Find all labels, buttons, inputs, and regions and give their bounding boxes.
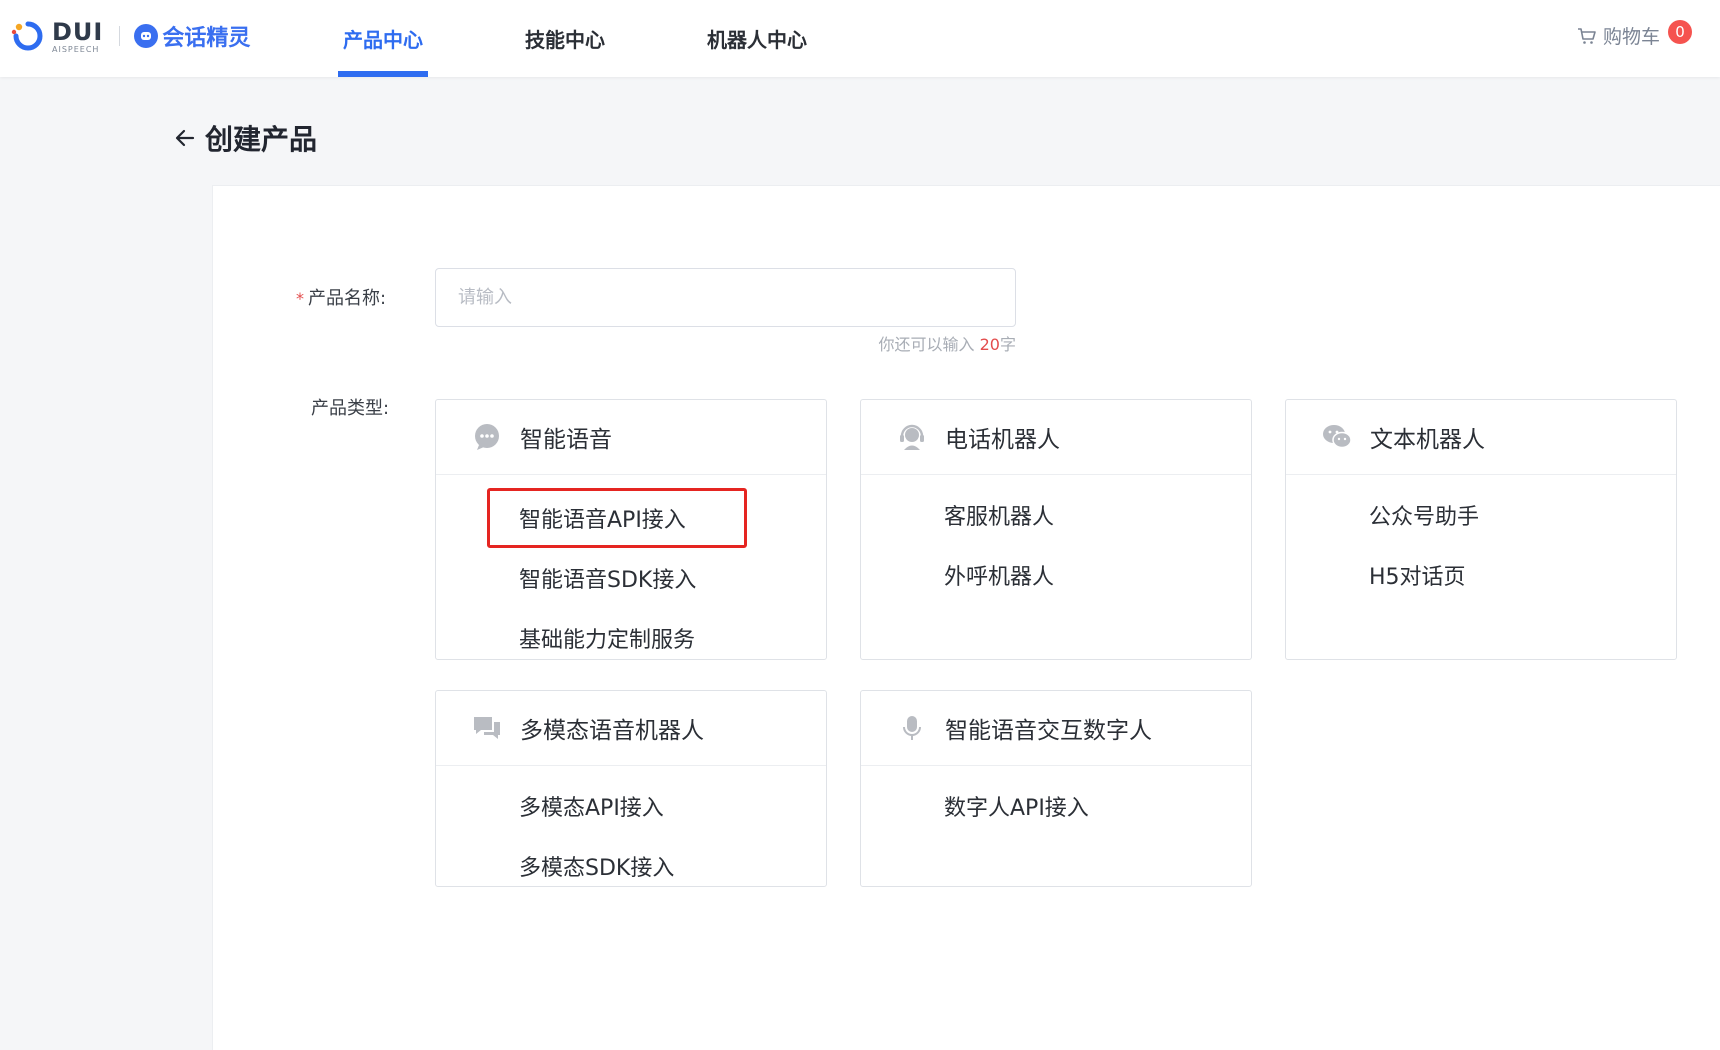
card-title: 智能语音交互数字人 — [945, 718, 1152, 744]
card-header: 多模态语音机器人 — [436, 691, 826, 766]
char-counter: 你还可以输入 20字 — [800, 331, 1016, 355]
option-multimodal-api[interactable]: 多模态API接入 — [487, 776, 747, 836]
card-header: 智能语音 — [436, 400, 826, 475]
page-title: 创建产品 — [205, 123, 318, 156]
char-counter-number: 20 — [979, 335, 1000, 354]
card-header: 文本机器人 — [1286, 400, 1676, 475]
card-header: 电话机器人 — [861, 400, 1251, 475]
logo-divider — [119, 26, 121, 46]
card-title: 智能语音 — [520, 427, 612, 453]
wechat-icon — [1322, 422, 1352, 452]
chat-bubble-icon — [472, 422, 502, 452]
card-header: 智能语音交互数字人 — [861, 691, 1251, 766]
microphone-icon — [897, 713, 927, 743]
logo-text: DUI — [52, 17, 104, 46]
product-type-card-multimodal-robot: 多模态语音机器人 多模态API接入 多模态SDK接入 — [435, 690, 827, 887]
cart-label: 购物车 — [1602, 26, 1660, 48]
brand-secondary-text: 会话精灵 — [162, 26, 251, 51]
logo[interactable]: DUI AISPEECH 会话精灵 — [10, 18, 250, 54]
option-digital-human-api[interactable]: 数字人API接入 — [912, 776, 1172, 836]
card-options: 多模态API接入 多模态SDK接入 — [436, 766, 826, 896]
option-basic-capability-custom[interactable]: 基础能力定制服务 — [487, 608, 747, 668]
option-multimodal-sdk[interactable]: 多模态SDK接入 — [487, 836, 747, 896]
cart-count-badge: 0 — [1668, 19, 1692, 44]
option-outbound-call-robot[interactable]: 外呼机器人 — [912, 545, 1172, 605]
brand-secondary[interactable]: 会话精灵 — [134, 20, 250, 52]
option-official-account-assistant[interactable]: 公众号助手 — [1337, 485, 1597, 545]
nav-skill-center[interactable]: 技能中心 — [520, 0, 610, 77]
product-name-label: * 产品名称: — [296, 284, 386, 310]
product-type-card-smart-voice: 智能语音 智能语音API接入 智能语音SDK接入 基础能力定制服务 — [435, 399, 827, 660]
card-title: 多模态语音机器人 — [520, 718, 704, 744]
product-type-label: 产品类型: — [311, 398, 390, 419]
card-title: 文本机器人 — [1370, 427, 1485, 453]
card-options: 智能语音API接入 智能语音SDK接入 基础能力定制服务 — [436, 475, 826, 668]
dui-logo-icon — [11, 21, 43, 51]
product-type-card-digital-human: 智能语音交互数字人 数字人API接入 — [860, 690, 1252, 887]
bot-face-icon — [134, 24, 159, 48]
required-mark: * — [296, 289, 304, 308]
option-smart-voice-sdk[interactable]: 智能语音SDK接入 — [487, 548, 747, 608]
cart-button[interactable]: 购物车 0 — [1577, 19, 1692, 49]
card-options: 客服机器人 外呼机器人 — [861, 475, 1251, 605]
product-name-input[interactable] — [435, 268, 1016, 327]
char-counter-suffix: 字 — [999, 335, 1016, 354]
option-customer-service-robot[interactable]: 客服机器人 — [912, 485, 1172, 545]
card-options: 数字人API接入 — [861, 766, 1251, 836]
option-smart-voice-api[interactable]: 智能语音API接入 — [487, 488, 747, 548]
page-header: 创建产品 — [173, 118, 317, 158]
product-type-card-phone-robot: 电话机器人 客服机器人 外呼机器人 — [860, 399, 1252, 660]
card-title: 电话机器人 — [945, 427, 1060, 453]
nav-product-center[interactable]: 产品中心 — [338, 0, 428, 77]
top-bar: DUI AISPEECH 会话精灵 产品中心 技能中心 机器人中心 购物车 0 — [0, 0, 1720, 77]
main-nav: 产品中心 技能中心 机器人中心 — [338, 0, 812, 77]
cart-icon — [1577, 27, 1596, 44]
nav-robot-center[interactable]: 机器人中心 — [702, 0, 812, 77]
logo-subtext: AISPEECH — [52, 44, 100, 54]
product-name-label-text: 产品名称: — [308, 288, 387, 309]
chat-multi-icon — [472, 713, 502, 743]
headset-icon — [897, 422, 927, 452]
char-counter-prefix: 你还可以输入 — [878, 335, 980, 354]
option-h5-dialog-page[interactable]: H5对话页 — [1337, 545, 1597, 605]
product-type-card-text-robot: 文本机器人 公众号助手 H5对话页 — [1285, 399, 1677, 660]
back-arrow-icon[interactable] — [173, 126, 197, 150]
card-options: 公众号助手 H5对话页 — [1286, 475, 1676, 605]
